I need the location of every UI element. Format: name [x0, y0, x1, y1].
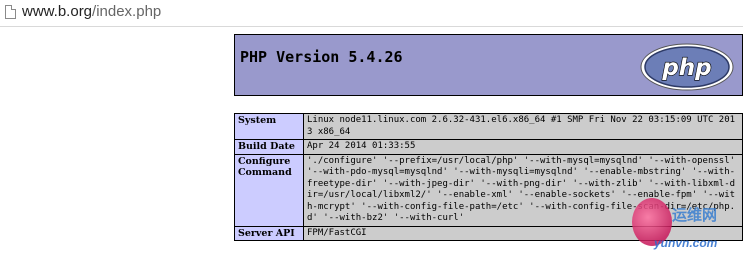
table-row: System Linux node11.linux.com 2.6.32-431… — [234, 113, 743, 140]
watermark-url: yunvn.com — [654, 236, 718, 250]
table-row: Build Date Apr 24 2014 01:33:55 — [234, 139, 743, 155]
row-value-build-date: Apr 24 2014 01:33:55 — [303, 139, 743, 155]
address-url[interactable]: www.b.org/index.php — [22, 3, 161, 21]
row-value-system: Linux node11.linux.com 2.6.32-431.el6.x8… — [303, 113, 743, 140]
address-host: www.b.org — [22, 3, 93, 20]
row-key-configure-command: Configure Command — [234, 153, 304, 227]
page-icon — [5, 5, 16, 19]
row-key-system: System — [234, 113, 304, 140]
php-logo-text: php — [661, 55, 711, 81]
php-logo: php — [640, 43, 734, 91]
address-bar[interactable]: www.b.org/index.php — [0, 0, 743, 27]
watermark-title: 运维网 — [672, 206, 718, 224]
php-header: PHP Version 5.4.26 php — [234, 34, 743, 96]
page-title: PHP Version 5.4.26 — [240, 48, 403, 66]
address-path: /index.php — [92, 3, 162, 20]
row-key-build-date: Build Date — [234, 139, 304, 155]
row-key-server-api: Server API — [234, 225, 304, 241]
watermark: 运维网 yunvn.com — [632, 196, 742, 258]
